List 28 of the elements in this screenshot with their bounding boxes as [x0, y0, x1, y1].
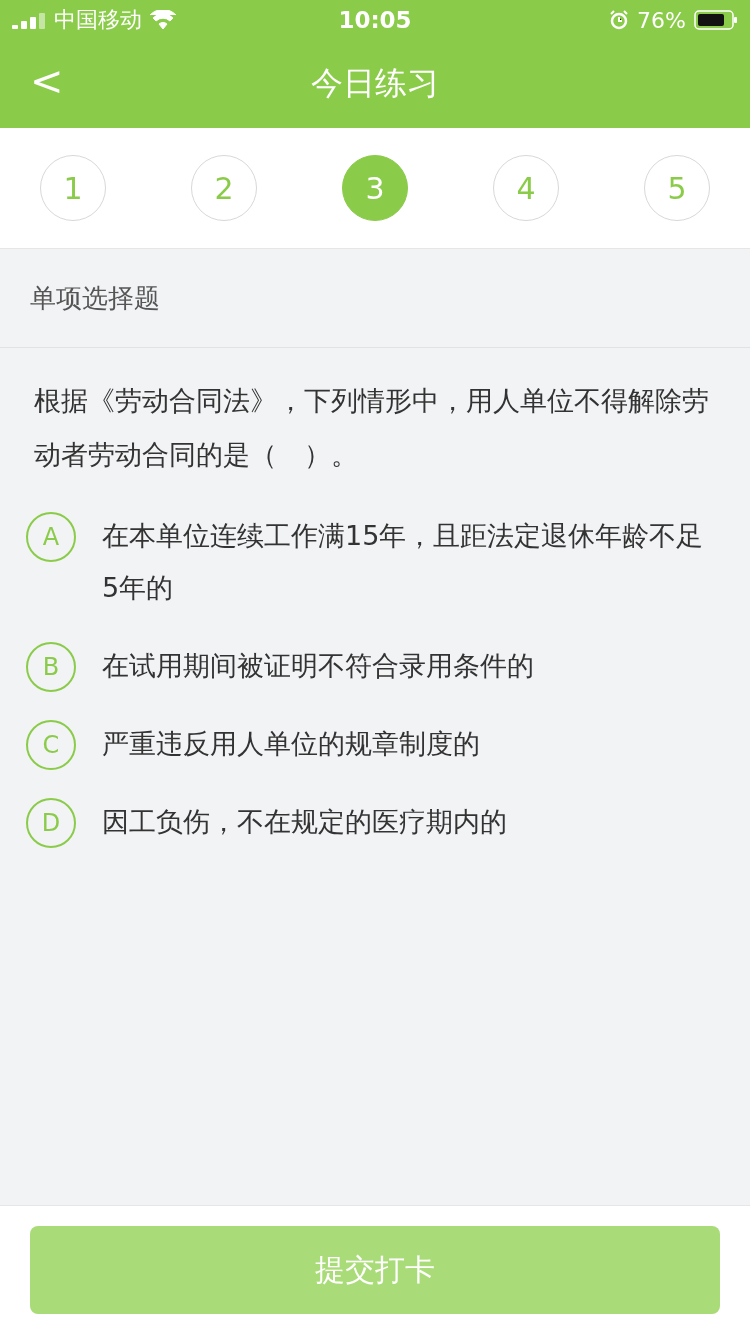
option-letter: D	[26, 798, 76, 848]
option-letter: B	[26, 642, 76, 692]
question-number-button[interactable]: 4	[493, 155, 559, 221]
signal-icon	[12, 11, 46, 29]
battery-icon	[694, 10, 738, 30]
question-number-button[interactable]: 5	[644, 155, 710, 221]
option-text: 在本单位连续工作满15年，且距法定退休年龄不足5年的	[102, 519, 705, 605]
section-heading: 单项选择题	[0, 249, 750, 348]
question-text: 根据《劳动合同法》，下列情形中，用人单位不得解除劳动者劳动合同的是（ ）。	[34, 384, 710, 472]
answer-option[interactable]: C 严重违反用人单位的规章制度的	[26, 708, 716, 786]
option-letter: C	[26, 720, 76, 770]
carrier-name: 中国移动	[54, 6, 142, 34]
question-number-button[interactable]: 2	[191, 155, 257, 221]
answer-option[interactable]: D 因工负伤，不在规定的医疗期内的	[26, 786, 716, 864]
option-text: 因工负伤，不在规定的医疗期内的	[102, 805, 507, 839]
answer-option[interactable]: A 在本单位连续工作满15年，且距法定退休年龄不足5年的	[26, 500, 716, 630]
answer-option[interactable]: B 在试用期间被证明不符合录用条件的	[26, 630, 716, 708]
option-text: 严重违反用人单位的规章制度的	[102, 727, 480, 761]
status-time: 10:05	[338, 7, 412, 33]
wifi-icon	[150, 10, 176, 30]
option-text: 在试用期间被证明不符合录用条件的	[102, 649, 534, 683]
page-title: 今日练习	[311, 63, 439, 104]
question-number-button[interactable]: 1	[40, 155, 106, 221]
question-number-button[interactable]: 3	[342, 155, 408, 221]
alarm-clock-icon	[609, 10, 630, 30]
battery-percent: 76%	[637, 7, 686, 33]
back-button[interactable]: <	[24, 58, 70, 104]
option-letter: A	[26, 512, 76, 562]
